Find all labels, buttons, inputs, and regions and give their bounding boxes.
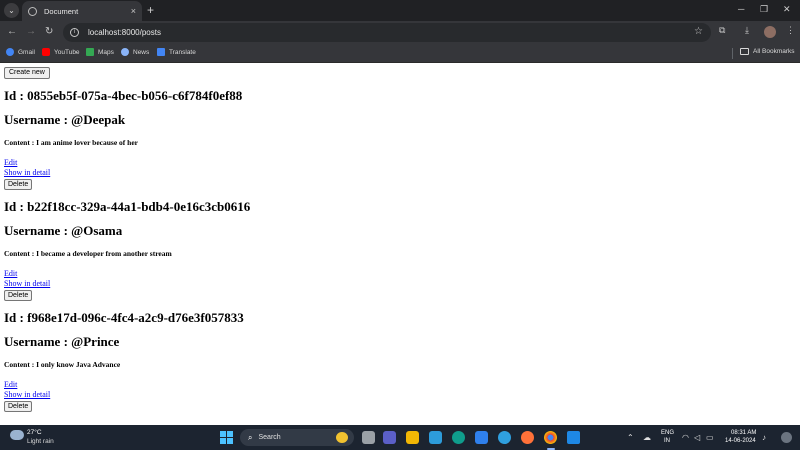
bookmark-label: News [133, 48, 150, 56]
copilot-icon[interactable] [781, 432, 792, 443]
language-line1[interactable]: ENG [661, 430, 674, 436]
volume-icon[interactable]: ◁ [694, 433, 700, 442]
maps-icon [86, 48, 94, 56]
create-new-button[interactable]: Create new [4, 67, 50, 79]
news-icon [121, 48, 129, 56]
download-icon[interactable]: ⤓ [745, 25, 749, 36]
clock-time[interactable]: 08:31 AM [731, 430, 756, 436]
search-highlight-icon [336, 432, 348, 443]
new-tab-icon[interactable]: + [147, 3, 154, 17]
bookmark-label: Maps [98, 48, 114, 56]
youtube-icon [42, 48, 50, 56]
browser-toolbar: ← → ↻ i localhost:8000/posts ☆ ⧉ ⤓ ⋮ [0, 21, 800, 44]
search-icon: ⌕ [248, 432, 253, 442]
pulse-app-icon[interactable] [475, 431, 488, 444]
windows-start-icon[interactable] [220, 431, 233, 444]
teams-icon[interactable] [383, 431, 396, 444]
bookmark-youtube[interactable]: YouTube [42, 48, 80, 56]
file-explorer-icon[interactable] [406, 431, 419, 444]
bookmark-news[interactable]: News [121, 48, 149, 56]
globe-icon [28, 6, 37, 16]
profile-avatar[interactable] [764, 26, 776, 38]
show-detail-link[interactable]: Show in detail [4, 390, 50, 399]
delete-button[interactable]: Delete [4, 401, 33, 412]
post-username: Username : @Osama [4, 223, 123, 238]
bookmark-label: Translate [169, 48, 196, 56]
tab-document[interactable]: Document × [22, 1, 142, 21]
tab-close-icon[interactable]: × [131, 6, 136, 16]
show-detail-link[interactable]: Show in detail [4, 279, 50, 288]
tab-title: Document [44, 6, 79, 16]
search-label: Search [258, 434, 281, 441]
page-content: Create new Id : 0855eb5f-075a-4bec-b056-… [4, 64, 800, 425]
weather-desc[interactable]: Light rain [27, 438, 54, 445]
bookmarks-separator [732, 48, 733, 59]
taskbar: 27°C Light rain ⌕ Search ⌃ ☁ ENG IN ◠ ◁ … [0, 425, 800, 450]
weather-cloud-icon[interactable] [10, 430, 24, 440]
bookmark-star-icon[interactable]: ☆ [694, 26, 703, 37]
url-text: localhost:8000/posts [88, 28, 161, 37]
menu-icon[interactable]: ⋮ [786, 25, 795, 36]
bookmark-gmail[interactable]: Gmail [6, 48, 35, 56]
bookmark-translate[interactable]: Translate [157, 48, 196, 56]
notification-bell-icon[interactable]: ♪ [762, 433, 766, 442]
site-info-icon[interactable]: i [70, 28, 79, 37]
bookmark-label: YouTube [54, 48, 80, 56]
vscode-icon[interactable] [567, 431, 580, 444]
post-username: Username : @Deepak [4, 112, 126, 127]
post-id: Id : b22f18cc-329a-44a1-bdb4-0e16c3cb061… [4, 199, 251, 214]
onedrive-icon[interactable]: ☁ [643, 433, 651, 442]
edit-link[interactable]: Edit [4, 269, 17, 278]
show-detail-link[interactable]: Show in detail [4, 168, 50, 177]
post-content: Content : I only know Java Advance [4, 360, 121, 369]
translate-icon [157, 48, 165, 56]
edit-link[interactable]: Edit [4, 158, 17, 167]
edit-link[interactable]: Edit [4, 380, 17, 389]
delete-button[interactable]: Delete [4, 179, 33, 190]
folder-icon [740, 48, 749, 55]
wifi-icon[interactable]: ◠ [682, 433, 689, 442]
close-window-icon[interactable]: ✕ [783, 4, 791, 15]
minimize-icon[interactable]: ─ [738, 4, 744, 14]
chrome-icon[interactable] [544, 431, 557, 444]
all-bookmarks[interactable]: All Bookmarks [740, 48, 795, 55]
weather-temp[interactable]: 27°C [27, 429, 42, 436]
google-icon [6, 48, 14, 56]
all-bookmarks-label: All Bookmarks [753, 48, 795, 55]
post-content: Content : I am anime lover because of he… [4, 138, 139, 147]
taskbar-search[interactable]: ⌕ Search [240, 429, 354, 446]
restore-icon[interactable]: ❐ [760, 4, 768, 15]
task-view-icon[interactable] [362, 431, 375, 444]
clock-date[interactable]: 14-06-2024 [725, 438, 756, 444]
address-bar[interactable]: i localhost:8000/posts ☆ [63, 23, 711, 42]
edge-icon[interactable] [452, 431, 465, 444]
post-content: Content : I became a developer from anot… [4, 249, 172, 258]
post-username: Username : @Prince [4, 334, 120, 349]
post-id: Id : 0855eb5f-075a-4bec-b056-c6f784f0ef8… [4, 88, 243, 103]
reload-icon[interactable]: ↻ [45, 26, 53, 37]
firefox-icon[interactable] [521, 431, 534, 444]
store-icon[interactable] [429, 431, 442, 444]
tab-search-icon[interactable]: ⌄ [4, 3, 19, 18]
post-id: Id : f968e17d-096c-4fc4-a2c9-d76e3f05783… [4, 310, 244, 325]
extensions-icon[interactable]: ⧉ [719, 25, 725, 36]
bookmark-label: Gmail [18, 48, 35, 56]
battery-icon[interactable]: ▭ [706, 433, 714, 442]
bookmark-maps[interactable]: Maps [86, 48, 114, 56]
tab-strip: ⌄ Document × + ─ ❐ ✕ [0, 0, 800, 21]
bookmarks-bar: Gmail YouTube Maps News Translate All Bo… [0, 44, 800, 63]
forward-icon[interactable]: → [26, 26, 36, 37]
tray-chevron-icon[interactable]: ⌃ [627, 433, 634, 442]
language-line2[interactable]: IN [664, 438, 670, 444]
chat-app-icon[interactable] [498, 431, 511, 444]
delete-button[interactable]: Delete [4, 290, 33, 301]
back-icon[interactable]: ← [7, 26, 17, 37]
